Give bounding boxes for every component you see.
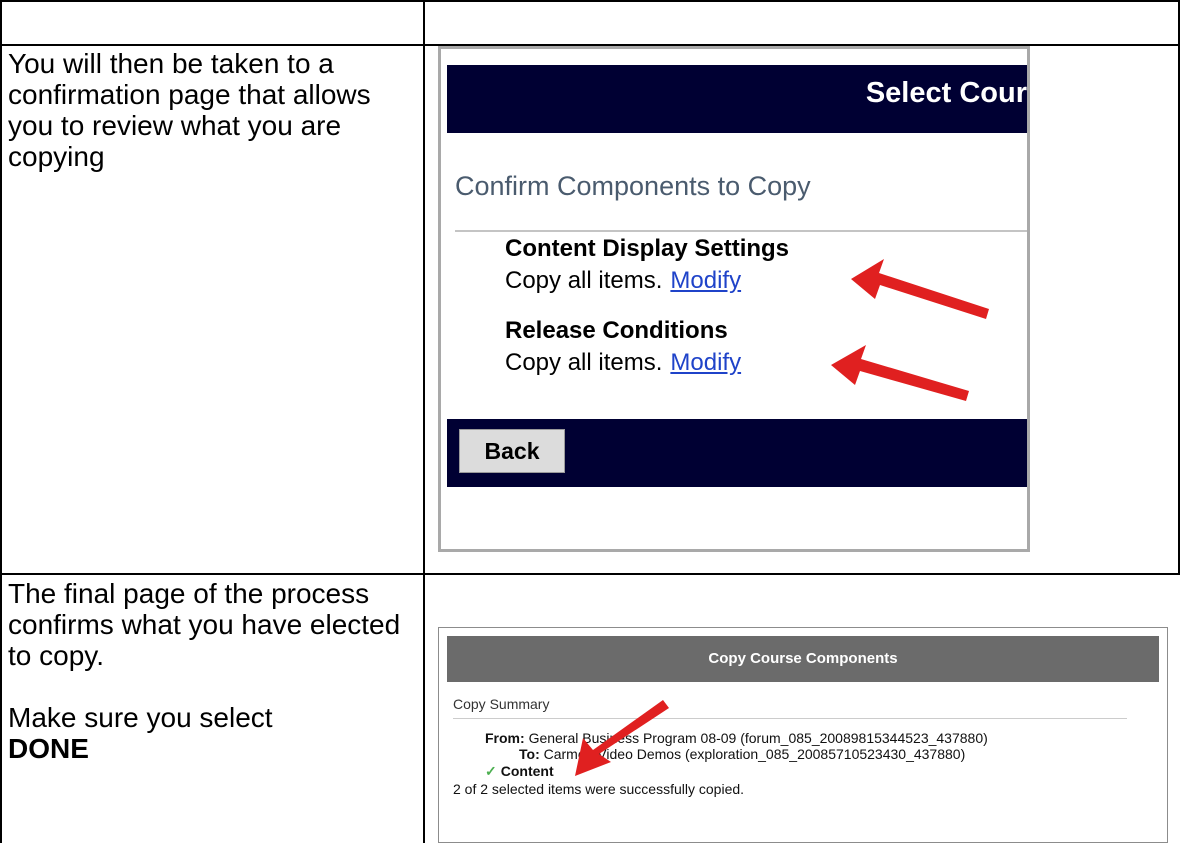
row2-paragraph-2: Make sure you select DONE [8, 702, 408, 764]
row2-instructions: The final page of the process confirms w… [8, 578, 408, 764]
row1-paragraph: You will then be taken to a confirmation… [8, 48, 371, 172]
row2-paragraph-1: The final page of the process confirms w… [8, 578, 401, 671]
confirm-components-screenshot: Select Cour Confirm Components to Copy C… [438, 46, 1030, 552]
table-middle-border [423, 0, 425, 843]
row1-instructions: You will then be taken to a confirmation… [8, 48, 408, 172]
table-left-border [0, 0, 2, 843]
row2-prefix: Make sure you select [8, 702, 273, 733]
red-arrow-icon-3 [575, 700, 669, 776]
table-row2-border [0, 573, 1180, 575]
done-emphasis: DONE [8, 733, 89, 764]
copy-summary-screenshot: Copy Course Components Copy Summary From… [438, 627, 1168, 843]
red-arrow-icon-2 [831, 345, 969, 401]
table-top-border [0, 0, 1180, 2]
